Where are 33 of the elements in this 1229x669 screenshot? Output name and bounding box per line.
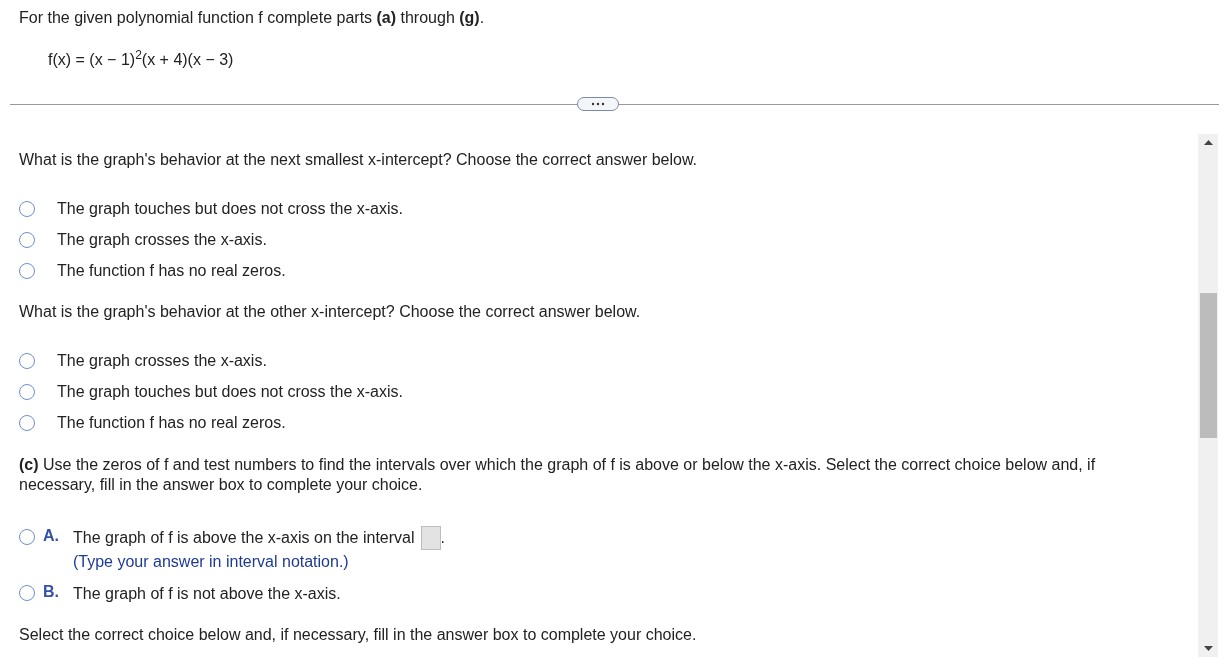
option-label[interactable]: The function f has no real zeros. — [57, 262, 286, 280]
radio-button[interactable] — [19, 585, 35, 601]
period-text: . — [440, 529, 445, 547]
scrollbar-thumb[interactable] — [1199, 293, 1217, 438]
down-arrow-icon[interactable] — [1203, 646, 1213, 651]
question-prompt: What is the graph's behavior at the next smallest x-intercept? Choose the correct answer below. — [19, 151, 699, 169]
option-label[interactable]: The graph touches but does not cross the x-axis. — [57, 200, 403, 218]
expand-button[interactable] — [577, 97, 619, 111]
option-label[interactable]: The graph crosses the x-axis. — [57, 231, 267, 249]
radio-button[interactable] — [19, 384, 35, 400]
radio-button[interactable] — [19, 529, 35, 545]
scrollbar[interactable] — [1198, 134, 1218, 657]
choice-letter: A. — [43, 527, 60, 545]
radio-button[interactable] — [19, 263, 35, 279]
choice-text[interactable]: The graph of f is above the x-axis on the interval — [73, 529, 415, 547]
function-formula: f(x) = (x − 1)$^{2}$(x + 4)(x − 3) — [48, 51, 235, 69]
ellipsis-icon — [591, 102, 605, 106]
radio-button[interactable] — [19, 415, 35, 431]
next-prompt: Select the correct choice below and, if necessary, fill in the answer box to complete your choice. — [19, 626, 698, 644]
hint-text: (Type your answer in interval notation.) — [73, 553, 350, 571]
radio-button[interactable] — [19, 201, 35, 217]
part-c-prompt: (c) Use the zeros of f and test numbers to find the intervals over which the graph of f is above or below the x-axis. Select the correct choice below and, if necessary, fill in the answer box to complete your choice. — [19, 455, 1097, 495]
choice-letter: B. — [43, 583, 60, 601]
choice-text[interactable]: The graph of f is not above the x-axis. — [73, 585, 341, 603]
instruction-text: For the given polynomial function f complete parts (a) through (g). — [19, 9, 486, 27]
option-label[interactable]: The graph touches but does not cross the x-axis. — [57, 383, 403, 401]
radio-button[interactable] — [19, 353, 35, 369]
option-label[interactable]: The function f has no real zeros. — [57, 414, 286, 432]
option-label[interactable]: The graph crosses the x-axis. — [57, 352, 267, 370]
radio-button[interactable] — [19, 232, 35, 248]
answer-box[interactable] — [420, 526, 441, 550]
up-arrow-icon[interactable] — [1203, 140, 1213, 145]
question-prompt: What is the graph's behavior at the other x-intercept? Choose the correct answer below. — [19, 303, 642, 321]
